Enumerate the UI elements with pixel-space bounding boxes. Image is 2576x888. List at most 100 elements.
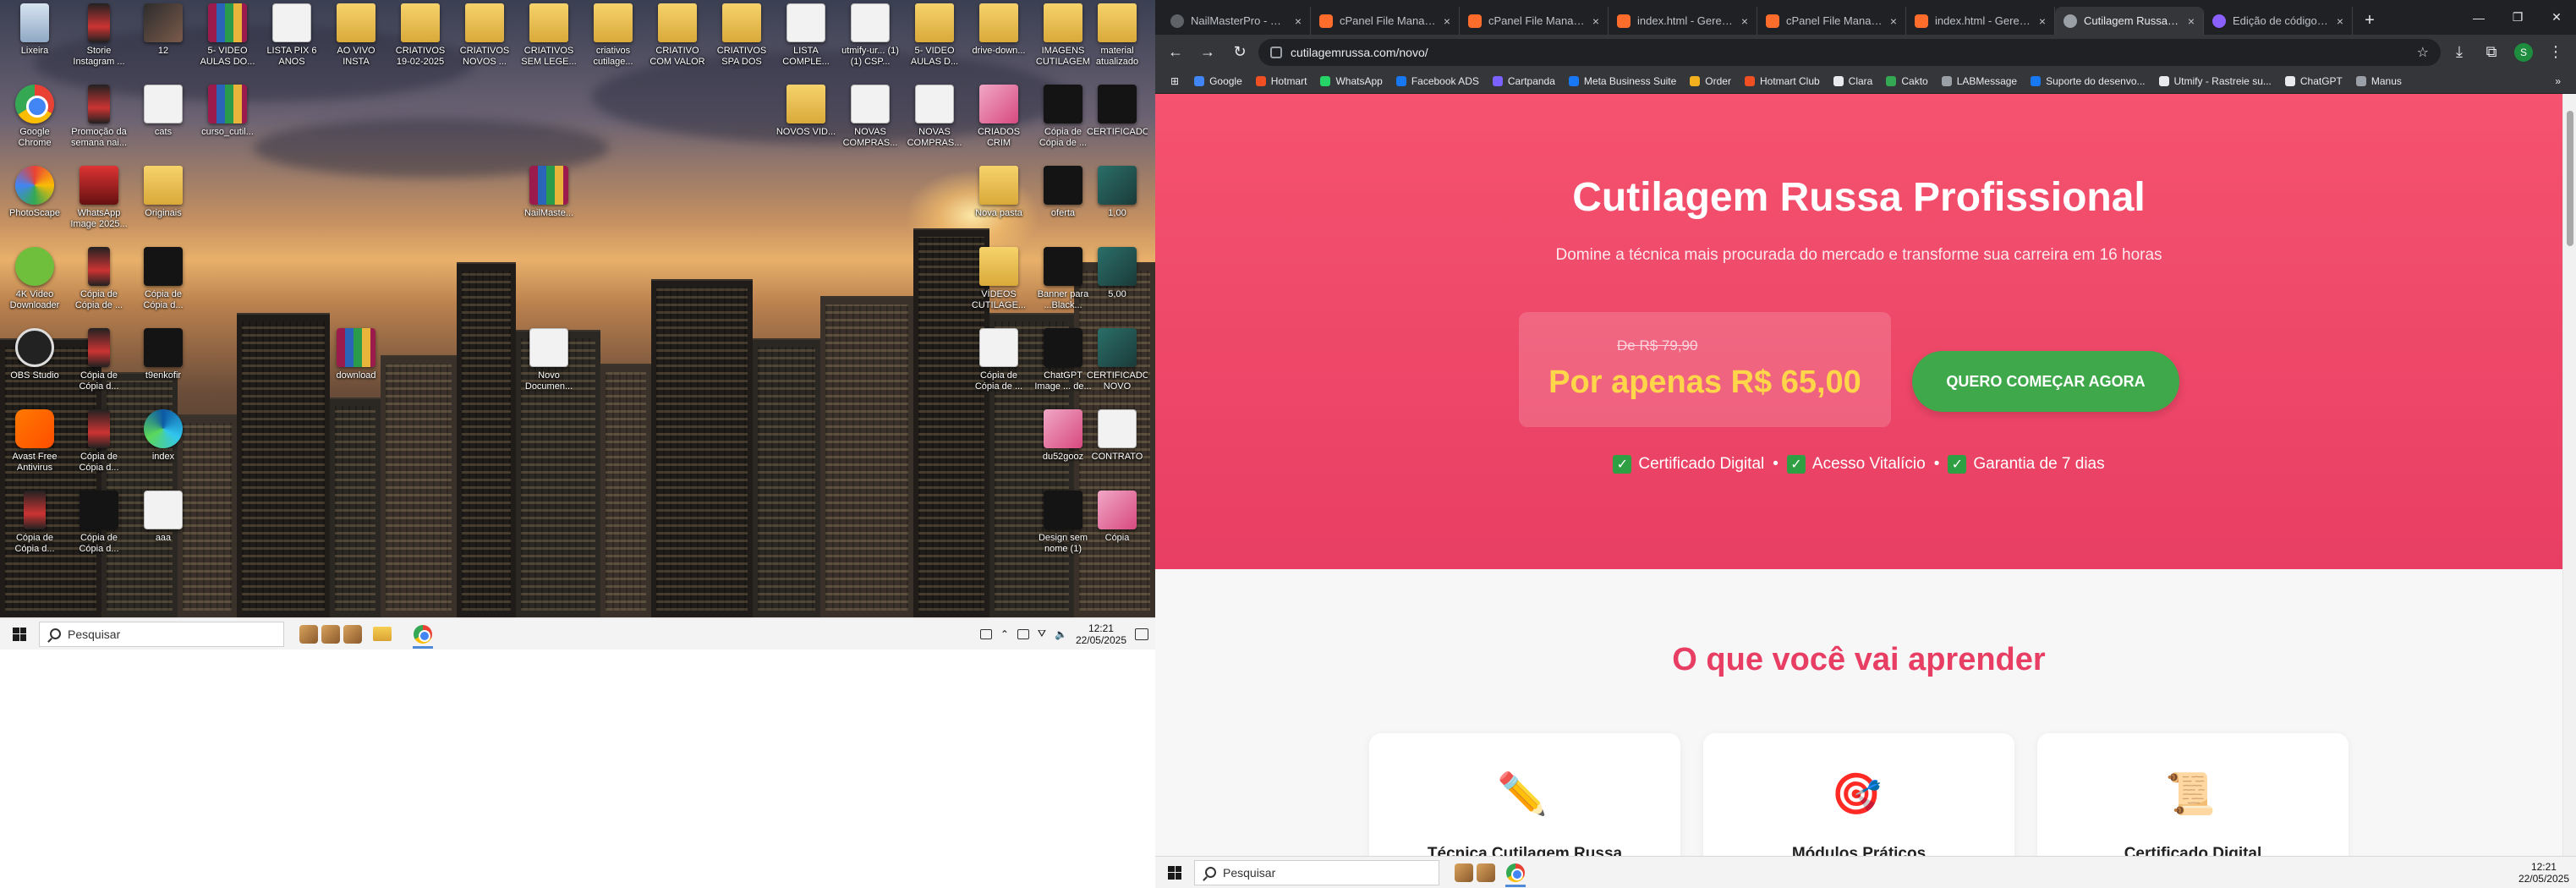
desktop-icon[interactable]: PhotoScape xyxy=(8,166,61,247)
minimize-icon[interactable]: — xyxy=(2459,0,2498,35)
battery-icon[interactable] xyxy=(1017,628,1029,639)
keyboard-icon[interactable] xyxy=(979,628,992,639)
browser-tab[interactable]: cPanel File Manage... × xyxy=(1460,7,1609,35)
menu-button[interactable]: ⋮ xyxy=(2542,39,2569,66)
desktop-icon[interactable]: VÍDEOS CUTILAGE... xyxy=(972,247,1026,328)
desktop-icon[interactable]: index xyxy=(137,409,189,491)
desktop-icon[interactable]: CRIATIVOS SPA DOS PES xyxy=(715,3,768,85)
desktop-icon[interactable]: CONTRATO xyxy=(1091,409,1143,491)
desktop-icon[interactable]: Banner para ...Black... xyxy=(1037,247,1089,328)
bookmark-item[interactable]: LABMessage xyxy=(1935,71,2024,91)
desktop-icon[interactable]: IMAGENS CUTILAGEM xyxy=(1036,3,1090,85)
course-card[interactable]: ✏️ Técnica Cutilagem Russa xyxy=(1369,733,1680,856)
desktop-icon[interactable]: Cópia de Cópia d... xyxy=(73,328,125,409)
desktop-icon[interactable]: Cópia de Cópia d... xyxy=(137,247,189,328)
desktop-icon[interactable]: Cópia de Cópia de ... xyxy=(1037,85,1089,166)
weather-widget[interactable] xyxy=(299,624,362,644)
desktop-icon[interactable]: LISTA COMPLE... xyxy=(780,3,832,85)
apps-button[interactable]: ⊞ xyxy=(1164,71,1186,91)
desktop-icon[interactable]: 5,00 xyxy=(1091,247,1143,328)
desktop-icon[interactable]: AO VIVO INSTA xyxy=(330,3,382,85)
taskbar-search[interactable]: Pesquisar xyxy=(1194,859,1439,885)
desktop-icon[interactable]: download xyxy=(330,328,382,409)
desktop-icon[interactable]: LISTA PIX 6 ANOS xyxy=(266,3,318,85)
bookmark-item[interactable]: Facebook ADS xyxy=(1389,71,1486,91)
restore-icon[interactable]: ❐ xyxy=(2498,0,2537,35)
desktop-icon[interactable]: du52gooz xyxy=(1037,409,1089,491)
taskbar-clock[interactable]: 12:21 22/05/2025 xyxy=(2518,861,2569,885)
desktop-icon[interactable]: criativos cutilage... xyxy=(587,3,639,85)
browser-tab[interactable]: index.html - Gerenc... × xyxy=(1609,7,1757,35)
bookmark-item[interactable]: Hotmart xyxy=(1249,71,1314,91)
desktop-icon[interactable]: drive-down... xyxy=(973,3,1025,85)
desktop-icon[interactable]: Cópia de Cópia d... xyxy=(73,409,125,491)
desktop-icon[interactable]: NailMaste... xyxy=(523,166,575,247)
browser-tab[interactable]: Edição de código-f... × xyxy=(2204,7,2353,35)
bookmark-item[interactable]: Clara xyxy=(1827,71,1880,91)
bookmarks-overflow[interactable]: » xyxy=(2548,71,2568,91)
desktop-icon[interactable]: 1,00 xyxy=(1091,166,1143,247)
desktop-icon[interactable]: OBS Studio xyxy=(8,328,61,409)
desktop-icon[interactable]: NOVAS COMPRAS... xyxy=(843,85,897,166)
bookmark-item[interactable]: Manus xyxy=(2349,71,2409,91)
desktop-icon[interactable]: Lixeira xyxy=(8,3,61,85)
taskbar-chrome[interactable] xyxy=(1495,857,1536,888)
desktop-icon[interactable]: material atualizado xyxy=(1091,3,1143,85)
desktop-icon[interactable]: t9enkofir xyxy=(137,328,189,409)
desktop-icon[interactable]: Originais xyxy=(137,166,189,247)
desktop-icon[interactable]: utmify-ur... (1) (1) CSP... xyxy=(841,3,899,85)
extensions-button[interactable]: ⧉ xyxy=(2478,39,2505,66)
desktop-icon[interactable]: CERTIFICADO xyxy=(1087,85,1148,166)
reload-button[interactable]: ↻ xyxy=(1226,39,1253,66)
desktop-icon[interactable]: 5- VIDEO AULAS DO... xyxy=(200,3,255,85)
browser-tab[interactable]: Cutilagem Russa - C... × xyxy=(2055,7,2204,35)
tab-close-icon[interactable]: × xyxy=(1444,14,1450,28)
network-icon[interactable]: ⛛ xyxy=(1038,628,1046,640)
desktop-icon[interactable]: WhatsApp Image 2025... xyxy=(70,166,128,247)
bookmark-item[interactable]: Utmify - Rastreie su... xyxy=(2152,71,2278,91)
bookmark-item[interactable]: Hotmart Club xyxy=(1738,71,1827,91)
browser-tab[interactable]: cPanel File Manage... × xyxy=(1311,7,1460,35)
desktop-icon[interactable]: Cópia xyxy=(1091,491,1143,572)
close-icon[interactable]: ✕ xyxy=(2537,0,2576,35)
bookmark-star-icon[interactable]: ☆ xyxy=(2417,44,2429,61)
tab-close-icon[interactable]: × xyxy=(2188,14,2195,28)
desktop-icon[interactable]: Storie Instagram ... xyxy=(73,3,125,85)
desktop-icon[interactable]: Promoção da semana nai... xyxy=(71,85,127,166)
taskbar-file-explorer[interactable] xyxy=(362,618,403,650)
desktop-icon[interactable]: CRIATIVOS NOVOS ... xyxy=(458,3,511,85)
desktop-icon[interactable]: Cópia de Cópia d... xyxy=(73,491,125,572)
desktop-icon[interactable]: Cópia de Cópia d... xyxy=(8,491,61,572)
start-button[interactable] xyxy=(1155,857,1194,888)
bookmark-item[interactable]: WhatsApp xyxy=(1313,71,1389,91)
taskbar-clock[interactable]: 12:21 22/05/2025 xyxy=(1076,622,1126,646)
back-button[interactable]: ← xyxy=(1162,39,1189,66)
forward-button[interactable]: → xyxy=(1194,39,1221,66)
desktop-icon[interactable]: CRIATIVOS SEM LEGE... xyxy=(521,3,577,85)
desktop-icon[interactable]: Novo Documen... xyxy=(523,328,575,409)
tab-close-icon[interactable]: × xyxy=(1741,14,1748,28)
desktop-icon[interactable]: CRIATIVOS 19-02-2025 xyxy=(394,3,447,85)
desktop-icon[interactable]: 12 xyxy=(137,3,189,85)
taskbar-search[interactable]: Pesquisar xyxy=(39,621,284,647)
bookmark-item[interactable]: ChatGPT xyxy=(2278,71,2349,91)
desktop-icon[interactable]: 4K Video Downloader xyxy=(8,247,61,328)
tab-close-icon[interactable]: × xyxy=(1295,14,1302,28)
desktop-icon[interactable]: Cópia de Cópia de ... xyxy=(973,328,1025,409)
scrollbar-thumb[interactable] xyxy=(2567,111,2573,246)
chevron-up-icon[interactable]: ⌃ xyxy=(1000,628,1009,640)
page-scrollbar[interactable] xyxy=(2562,94,2576,856)
address-bar[interactable]: cutilagemrussa.com/novo/ ☆ xyxy=(1258,38,2441,66)
desktop-icon[interactable]: CRIADOS CRIM xyxy=(973,85,1025,166)
bookmark-item[interactable]: Order xyxy=(1683,71,1738,91)
tab-close-icon[interactable]: × xyxy=(2039,14,2046,28)
notification-icon[interactable] xyxy=(1135,628,1148,640)
desktop-icon[interactable]: Cópia de Cópia de ... xyxy=(73,247,125,328)
site-info-icon[interactable] xyxy=(1270,46,1282,58)
desktop-icon[interactable]: Google Chrome xyxy=(8,85,61,166)
start-button[interactable] xyxy=(0,618,39,650)
desktop-icon[interactable]: CERTIFICADO NOVO xyxy=(1087,328,1148,409)
bookmark-item[interactable]: Suporte do desenvo... xyxy=(2024,71,2151,91)
taskbar-chrome[interactable] xyxy=(403,618,443,650)
course-card[interactable]: 🎯 Módulos Práticos xyxy=(1703,733,2014,856)
